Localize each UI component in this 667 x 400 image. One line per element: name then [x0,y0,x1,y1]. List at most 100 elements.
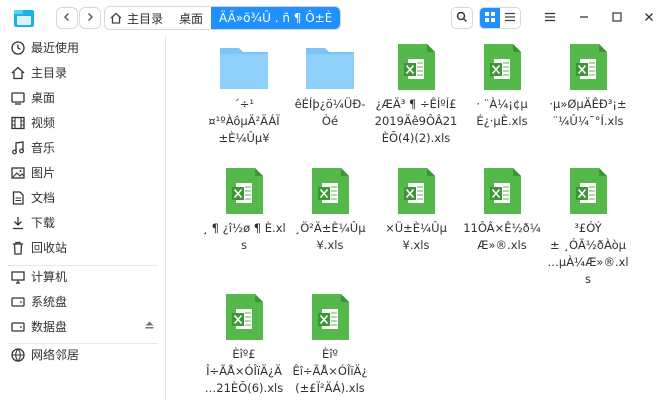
title-bar: 主目录 桌面 ÄÃ»õ¾Û . ñ ¶ Ô±È [0,0,667,36]
file-name: 11ÔÂ×Ê½ð¼ Æ»®.xls [463,221,541,252]
hamburger-icon [544,11,556,26]
sidebar-item-network[interactable]: 网络邻居 [0,343,166,367]
sidebar-item-label: 网络邻居 [31,348,80,362]
folder-item[interactable]: êÉÍþ¿ö¼ÜÐ- Òé [287,42,373,130]
icon-view-button[interactable] [480,8,500,28]
excel-file-icon [201,166,287,216]
breadcrumb-label: 桌面 [179,11,204,26]
sidebar-item-downloads[interactable]: 下载 [0,211,166,235]
sidebar-item-label: 数据盘 [31,320,68,334]
file-name: Èîº£ Î÷ÃÅ×ÓÎïÄ¿Ä …21ÈÕ(6).xls [204,347,284,395]
file-name: · ¨À¼¡¢µ É¿·µÈ.xls [476,97,528,128]
sidebar-item-label: 计算机 [31,270,68,284]
sidebar-item-label: 桌面 [31,91,56,105]
sidebar-item-computer[interactable]: 计算机 [0,265,166,289]
sidebar-item-label: 下载 [31,216,56,230]
breadcrumb-label: ÄÃ»õ¾Û . ñ ¶ Ô±È [219,11,333,25]
forward-button[interactable] [79,7,101,29]
sidebar-item-pictures[interactable]: 图片 [0,161,166,185]
excel-file-item[interactable]: ×Ü±È¼Ûµ ¥.xls [373,166,459,254]
sidebar-item-system-disk[interactable]: 系统盘 [0,290,166,314]
sidebar-item-label: 图片 [31,166,56,180]
sidebar-item-videos[interactable]: 视频 [0,111,166,135]
excel-file-icon [459,166,545,216]
sidebar-item-label: 视频 [31,116,56,130]
file-name: Èîº Êî÷ÃÅ×ÓÎïÄ¿ (±£Ï²ÄÁ).xls [292,347,368,395]
computer-icon [10,269,26,285]
file-name: êÉÍþ¿ö¼ÜÐ- Òé [294,97,366,128]
search-button[interactable] [451,7,473,29]
folder-item[interactable]: ´÷¹ ¤¹ºÀôµÄ²ÄÁÏ ±È¼Ûµ¥ [201,42,287,147]
breadcrumb: 主目录 桌面 ÄÃ»õ¾Û . ñ ¶ Ô±È [104,6,342,30]
sidebar-item-home[interactable]: 主目录 [0,61,166,85]
video-icon [10,115,26,131]
maximize-icon [611,11,623,26]
file-grid: ´÷¹ ¤¹ºÀôµÄ²ÄÁÏ ±È¼Ûµ¥ êÉÍþ¿ö¼ÜÐ- Òé ¿ÆÄ… [167,36,667,400]
grid-icon [484,11,496,26]
excel-file-item[interactable]: Èîº Êî÷ÃÅ×ÓÎïÄ¿ (±£Ï²ÄÁ).xls [287,292,373,397]
list-view-button[interactable] [500,8,520,28]
excel-file-item[interactable]: ·µ»ØµÄÊÐ³¡± ¨¼Û¼¯°Í.xls [545,42,631,130]
excel-file-item[interactable]: · ¨À¼¡¢µ É¿·µÈ.xls [459,42,545,130]
file-name: ´÷¹ ¤¹ºÀôµÄ²ÄÁÏ ±È¼Ûµ¥ [208,97,280,145]
sidebar-item-data-disk[interactable]: 数据盘 [0,315,166,339]
excel-file-item[interactable]: ¸Ö²Ä±È¼Ûµ ¥.xls [287,166,373,254]
trash-icon [10,240,26,256]
sidebar-item-label: 音乐 [31,141,56,155]
chevron-right-icon [85,11,95,26]
download-icon [10,215,26,231]
back-button[interactable] [56,7,78,29]
clock-icon [10,40,26,56]
breadcrumb-item-current[interactable]: ÄÃ»õ¾Û . ñ ¶ Ô±È [211,7,341,29]
chevron-left-icon [62,11,72,26]
menu-button[interactable] [538,6,562,30]
document-icon [10,190,26,206]
sidebar-item-desktop[interactable]: 桌面 [0,86,166,110]
sidebar-item-recent[interactable]: 最近使用 [0,36,166,60]
minimize-icon [578,11,590,26]
file-name: ³£ÓÝ ± ¸ÓÃ½ðÀòµ …µÀ¼Æ»®.xls [547,221,629,286]
excel-file-icon [287,166,373,216]
folder-icon [287,42,373,92]
eject-icon[interactable] [145,321,154,332]
network-icon [10,347,26,363]
sidebar: 最近使用 主目录 桌面 视频 音乐 图片 文档 下载 回收站 计算机 系统盘 数… [0,36,166,400]
minimize-button[interactable] [572,6,596,30]
file-name: ¿ÆÄ³ ¶ ÷ÊÍºÍ£ 2019Äê9ÔÂ21 ÈÕ(4)(2).xls [374,97,458,145]
excel-file-item[interactable]: ¸ ¶ ¿î½ø ¶ È.xl s [201,166,287,254]
picture-icon [10,165,26,181]
view-mode-toggle [479,7,521,29]
file-manager-icon [12,6,36,30]
excel-file-icon [545,166,631,216]
sidebar-item-music[interactable]: 音乐 [0,136,166,160]
sidebar-item-label: 文档 [31,191,56,205]
excel-file-item[interactable]: 11ÔÂ×Ê½ð¼ Æ»®.xls [459,166,545,254]
breadcrumb-item-desktop[interactable]: 桌面 [171,7,211,29]
excel-file-icon [373,166,459,216]
sidebar-item-label: 回收站 [31,241,68,255]
file-name: ¸Ö²Ä±È¼Ûµ ¥.xls [294,221,366,252]
desktop-icon [10,90,26,106]
breadcrumb-item-home[interactable]: 主目录 [105,7,171,29]
maximize-button[interactable] [605,6,629,30]
list-icon [504,11,516,26]
sidebar-item-trash[interactable]: 回收站 [0,236,166,260]
excel-file-item[interactable]: ³£ÓÝ ± ¸ÓÃ½ðÀòµ …µÀ¼Æ»®.xls [545,166,631,288]
breadcrumb-label: 主目录 [127,11,164,26]
home-icon [109,11,123,25]
excel-file-icon [373,42,459,92]
excel-file-item[interactable]: Èîº£ Î÷ÃÅ×ÓÎïÄ¿Ä …21ÈÕ(6).xls [201,292,287,397]
file-name: ·µ»ØµÄÊÐ³¡± ¨¼Û¼¯°Í.xls [549,97,627,128]
home-icon [10,65,26,81]
folder-icon [201,42,287,92]
excel-file-icon [545,42,631,92]
search-icon [456,11,468,26]
sidebar-item-label: 系统盘 [31,295,68,309]
sidebar-item-label: 最近使用 [31,41,80,55]
close-button[interactable] [637,6,661,30]
disk-icon [10,294,26,310]
sidebar-item-documents[interactable]: 文档 [0,186,166,210]
disk-icon [10,319,26,335]
excel-file-icon [201,292,287,342]
excel-file-item[interactable]: ¿ÆÄ³ ¶ ÷ÊÍºÍ£ 2019Äê9ÔÂ21 ÈÕ(4)(2).xls [373,42,459,147]
